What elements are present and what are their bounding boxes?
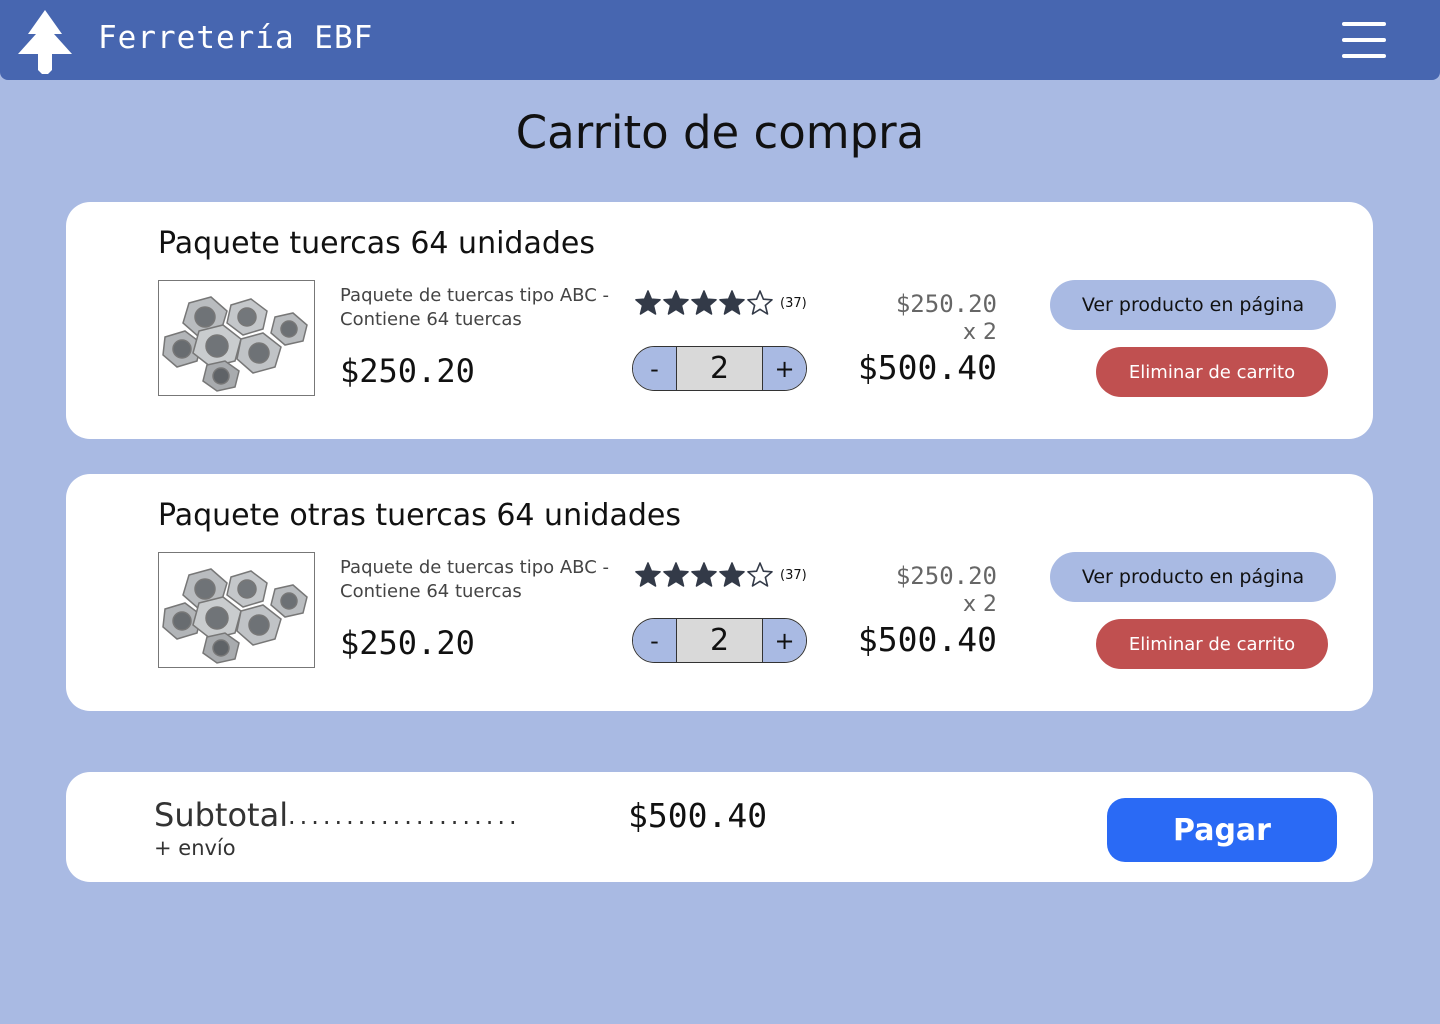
unit-price: $250.20 [895,562,997,590]
remove-from-cart-button[interactable]: Eliminar de carrito [1096,347,1328,397]
increase-quantity-button[interactable]: + [762,347,806,390]
unit-price: $250.20 [895,290,997,318]
product-price: $250.20 [340,352,475,390]
quantity-input[interactable] [677,619,762,662]
quantity-input[interactable] [677,347,762,390]
product-title: Paquete otras tuercas 64 unidades [158,498,681,533]
product-description: Paquete de tuercas tipo ABC - Contiene 6… [340,285,609,330]
tree-icon[interactable] [16,8,74,74]
increase-quantity-button[interactable]: + [762,619,806,662]
product-image [158,552,315,668]
decrease-quantity-button[interactable]: - [633,619,677,662]
star-rating: (37) [634,288,807,318]
star-filled-icon [663,290,689,315]
pay-button[interactable]: Pagar [1107,798,1337,862]
cart-item: Paquete otras tuercas 64 unidades Paquet… [66,474,1373,711]
leader-dots: .................... [288,802,521,830]
star-filled-icon [635,290,661,315]
star-empty-icon [747,562,773,587]
brand-name[interactable]: Ferretería EBF [98,20,373,56]
star-empty-icon [747,290,773,315]
decrease-quantity-button[interactable]: - [633,347,677,390]
subtotal-value: $500.40 [628,796,768,835]
product-image [158,280,315,396]
star-filled-icon [719,290,745,315]
nuts-photo [159,553,314,667]
hamburger-menu-icon[interactable] [1342,22,1386,58]
quantity-stepper: - + [632,346,807,391]
shipping-note: + envío [154,836,236,860]
star-filled-icon [635,562,661,587]
top-bar: Ferretería EBF [0,0,1440,80]
star-filled-icon [691,562,717,587]
quantity-stepper: - + [632,618,807,663]
star-filled-icon [719,562,745,587]
view-product-button[interactable]: Ver producto en página [1050,552,1336,602]
nuts-photo [159,281,314,395]
cart-item: Paquete tuercas 64 unidades Paquete de t… [66,202,1373,439]
line-total: $500.40 [857,348,997,387]
product-title: Paquete tuercas 64 unidades [158,226,595,261]
product-price: $250.20 [340,624,475,662]
review-count[interactable]: (37) [780,568,807,583]
product-description: Paquete de tuercas tipo ABC - Contiene 6… [340,557,609,602]
view-product-button[interactable]: Ver producto en página [1050,280,1336,330]
star-rating: (37) [634,560,807,590]
page-title: Carrito de compra [515,106,925,159]
review-count[interactable]: (37) [780,296,807,311]
order-summary: Subtotal .................... + envío $5… [66,772,1373,882]
subtotal-label: Subtotal [154,796,289,834]
star-filled-icon [663,562,689,587]
quantity-multiplier: x 2 [962,320,997,345]
star-filled-icon [691,290,717,315]
remove-from-cart-button[interactable]: Eliminar de carrito [1096,619,1328,669]
line-total: $500.40 [857,620,997,659]
quantity-multiplier: x 2 [962,592,997,617]
